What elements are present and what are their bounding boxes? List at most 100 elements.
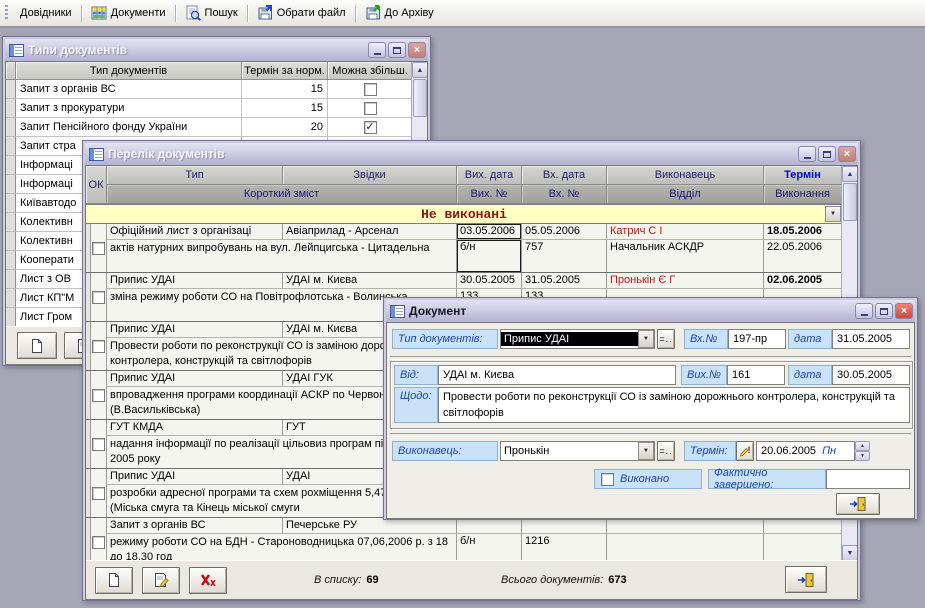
minimize-icon <box>374 53 381 55</box>
column-header-term[interactable]: Термін за норм. <box>242 62 328 80</box>
column-header-summary[interactable]: Короткий зміст <box>107 185 457 204</box>
chevron-down-icon[interactable]: ▼ <box>638 330 654 348</box>
column-header-ok[interactable]: ОК <box>86 166 107 204</box>
row-checkbox[interactable] <box>92 536 105 549</box>
filter-value: Не виконані <box>86 207 842 222</box>
close-button[interactable]: × <box>408 42 426 58</box>
term-edit-button[interactable]: ! <box>736 441 754 461</box>
cell-executor: Катрич С І <box>607 224 764 240</box>
term-spinner[interactable]: ▲ ▼ <box>855 441 870 461</box>
minimize-button[interactable] <box>798 146 816 162</box>
list-window-titlebar[interactable]: Перелік документів × <box>85 143 858 165</box>
cell-term: 02.06.2005 <box>764 273 842 289</box>
row-checkbox[interactable] <box>92 340 105 353</box>
scroll-thumb[interactable] <box>843 183 857 221</box>
table-row[interactable]: Запит з органів ВС 15 <box>6 80 427 99</box>
executor-lookup-button[interactable]: =.. <box>657 441 675 461</box>
edit-document-button[interactable] <box>142 567 180 594</box>
minimize-button[interactable] <box>368 42 386 58</box>
toolbar-button-to-archive[interactable]: До Архіву <box>358 2 441 24</box>
minimize-button[interactable] <box>855 303 873 319</box>
document-record[interactable]: Офіційний лист з організаці Авіаприлад -… <box>86 224 842 273</box>
scroll-up-button[interactable]: ▲ <box>842 166 858 182</box>
chevron-down-icon[interactable]: ▼ <box>638 442 654 460</box>
subject-field[interactable]: Провести роботи по реконструкції СО із з… <box>438 387 910 423</box>
toolbar-button-references[interactable]: Довідники <box>13 4 79 22</box>
column-header-type[interactable]: Тип документів <box>16 62 242 80</box>
cell-out-date: 03.05.2006 <box>457 224 522 240</box>
term-date-value: 20.06.2005 <box>761 445 816 457</box>
maximize-button[interactable] <box>875 303 893 319</box>
row-checkbox[interactable] <box>92 242 105 255</box>
document-form: Тип документів: Припис УДАІ ▼ =.. Вх.№ 1… <box>386 322 915 519</box>
table-row[interactable]: Запит Пенсійного фонду України 20 ✓ <box>6 118 427 137</box>
types-window-titlebar[interactable]: Типи документів × <box>5 39 428 61</box>
finished-field[interactable] <box>826 469 910 489</box>
row-checkbox[interactable] <box>364 102 377 115</box>
close-button[interactable]: × <box>838 146 856 162</box>
toolbar-button-documents[interactable]: Документи <box>84 2 173 24</box>
new-document-button[interactable] <box>95 567 133 594</box>
row-checkbox[interactable] <box>92 438 105 451</box>
column-header-term[interactable]: Термін <box>764 166 842 185</box>
out-no-field[interactable]: 161 <box>727 365 785 385</box>
toolbar-grip[interactable] <box>5 5 8 21</box>
toolbar-button-choose-file[interactable]: Обрати файл <box>250 2 353 24</box>
spin-up-icon[interactable]: ▲ <box>855 441 870 451</box>
document-dialog-titlebar[interactable]: Документ × <box>386 300 915 322</box>
cell-dept: Начальник АСКДР <box>607 240 764 272</box>
column-header-dept[interactable]: Відділ <box>607 185 764 204</box>
row-checkbox[interactable] <box>92 487 105 500</box>
column-header-executor[interactable]: Виконавець <box>607 166 764 185</box>
cell-term: 18.05.2006 <box>764 224 842 240</box>
application-window: Довідники Документи Пошук Обрати файл <box>0 0 925 608</box>
column-header-in-no[interactable]: Вх. № <box>522 185 607 204</box>
column-header-from[interactable]: Звідки <box>283 166 457 185</box>
in-date-field[interactable]: 31.05.2005 <box>832 329 910 349</box>
close-button[interactable]: × <box>895 303 913 319</box>
table-row[interactable]: Запит з прокуратури 15 <box>6 99 427 118</box>
document-type-combobox[interactable]: Припис УДАІ ▼ <box>500 329 655 349</box>
toolbar-separator <box>355 5 356 22</box>
exit-button[interactable] <box>785 566 827 593</box>
filter-bar[interactable]: Не виконані ▼ <box>86 204 842 224</box>
column-header-out-date[interactable]: Вих. дата <box>457 166 522 185</box>
row-checkbox[interactable] <box>92 291 105 304</box>
column-header-can-increase[interactable]: Можна збільш. <box>328 62 413 80</box>
term-date-field[interactable]: 20.06.2005 Пн <box>756 441 855 461</box>
close-icon: × <box>844 149 850 160</box>
column-header-type[interactable]: Тип <box>107 166 283 185</box>
row-checkbox[interactable] <box>364 83 377 96</box>
document-dialog-title: Документ <box>409 304 851 318</box>
column-header-done[interactable]: Виконання <box>764 185 842 204</box>
toolbar-button-label: До Архіву <box>385 7 434 19</box>
executor-combobox[interactable]: Пронькін ▼ <box>500 441 655 461</box>
delete-document-button[interactable] <box>189 567 227 594</box>
maximize-button[interactable] <box>388 42 406 58</box>
filter-dropdown-button[interactable]: ▼ <box>825 206 841 222</box>
form-icon <box>89 148 104 161</box>
from-field[interactable]: УДАІ м. Києва <box>438 365 676 385</box>
scroll-down-button[interactable]: ▼ <box>842 545 858 561</box>
type-lookup-button[interactable]: =.. <box>657 329 675 349</box>
new-document-icon <box>106 572 122 588</box>
exit-button[interactable] <box>836 493 880 515</box>
out-date-field[interactable]: 30.05.2005 <box>832 365 910 385</box>
new-record-button[interactable] <box>17 332 57 359</box>
scroll-up-button[interactable]: ▲ <box>412 62 428 78</box>
cell-type: Припис УДАІ <box>107 371 283 387</box>
in-no-field[interactable]: 197-пр <box>728 329 786 349</box>
spin-down-icon[interactable]: ▼ <box>855 451 870 461</box>
done-checkbox[interactable] <box>601 473 614 486</box>
toolbar-separator <box>81 5 82 22</box>
cell-from: УДАІ м. Києва <box>283 273 457 289</box>
edit-document-icon <box>153 572 169 588</box>
maximize-button[interactable] <box>818 146 836 162</box>
column-header-in-date[interactable]: Вх. дата <box>522 166 607 185</box>
cell-type-name: Запит з органів ВС <box>16 80 242 99</box>
row-checkbox[interactable]: ✓ <box>364 121 377 134</box>
toolbar-button-search[interactable]: Пошук <box>178 2 245 24</box>
column-header-out-no[interactable]: Вих. № <box>457 185 522 204</box>
row-checkbox[interactable] <box>92 389 105 402</box>
scroll-thumb[interactable] <box>413 79 427 117</box>
